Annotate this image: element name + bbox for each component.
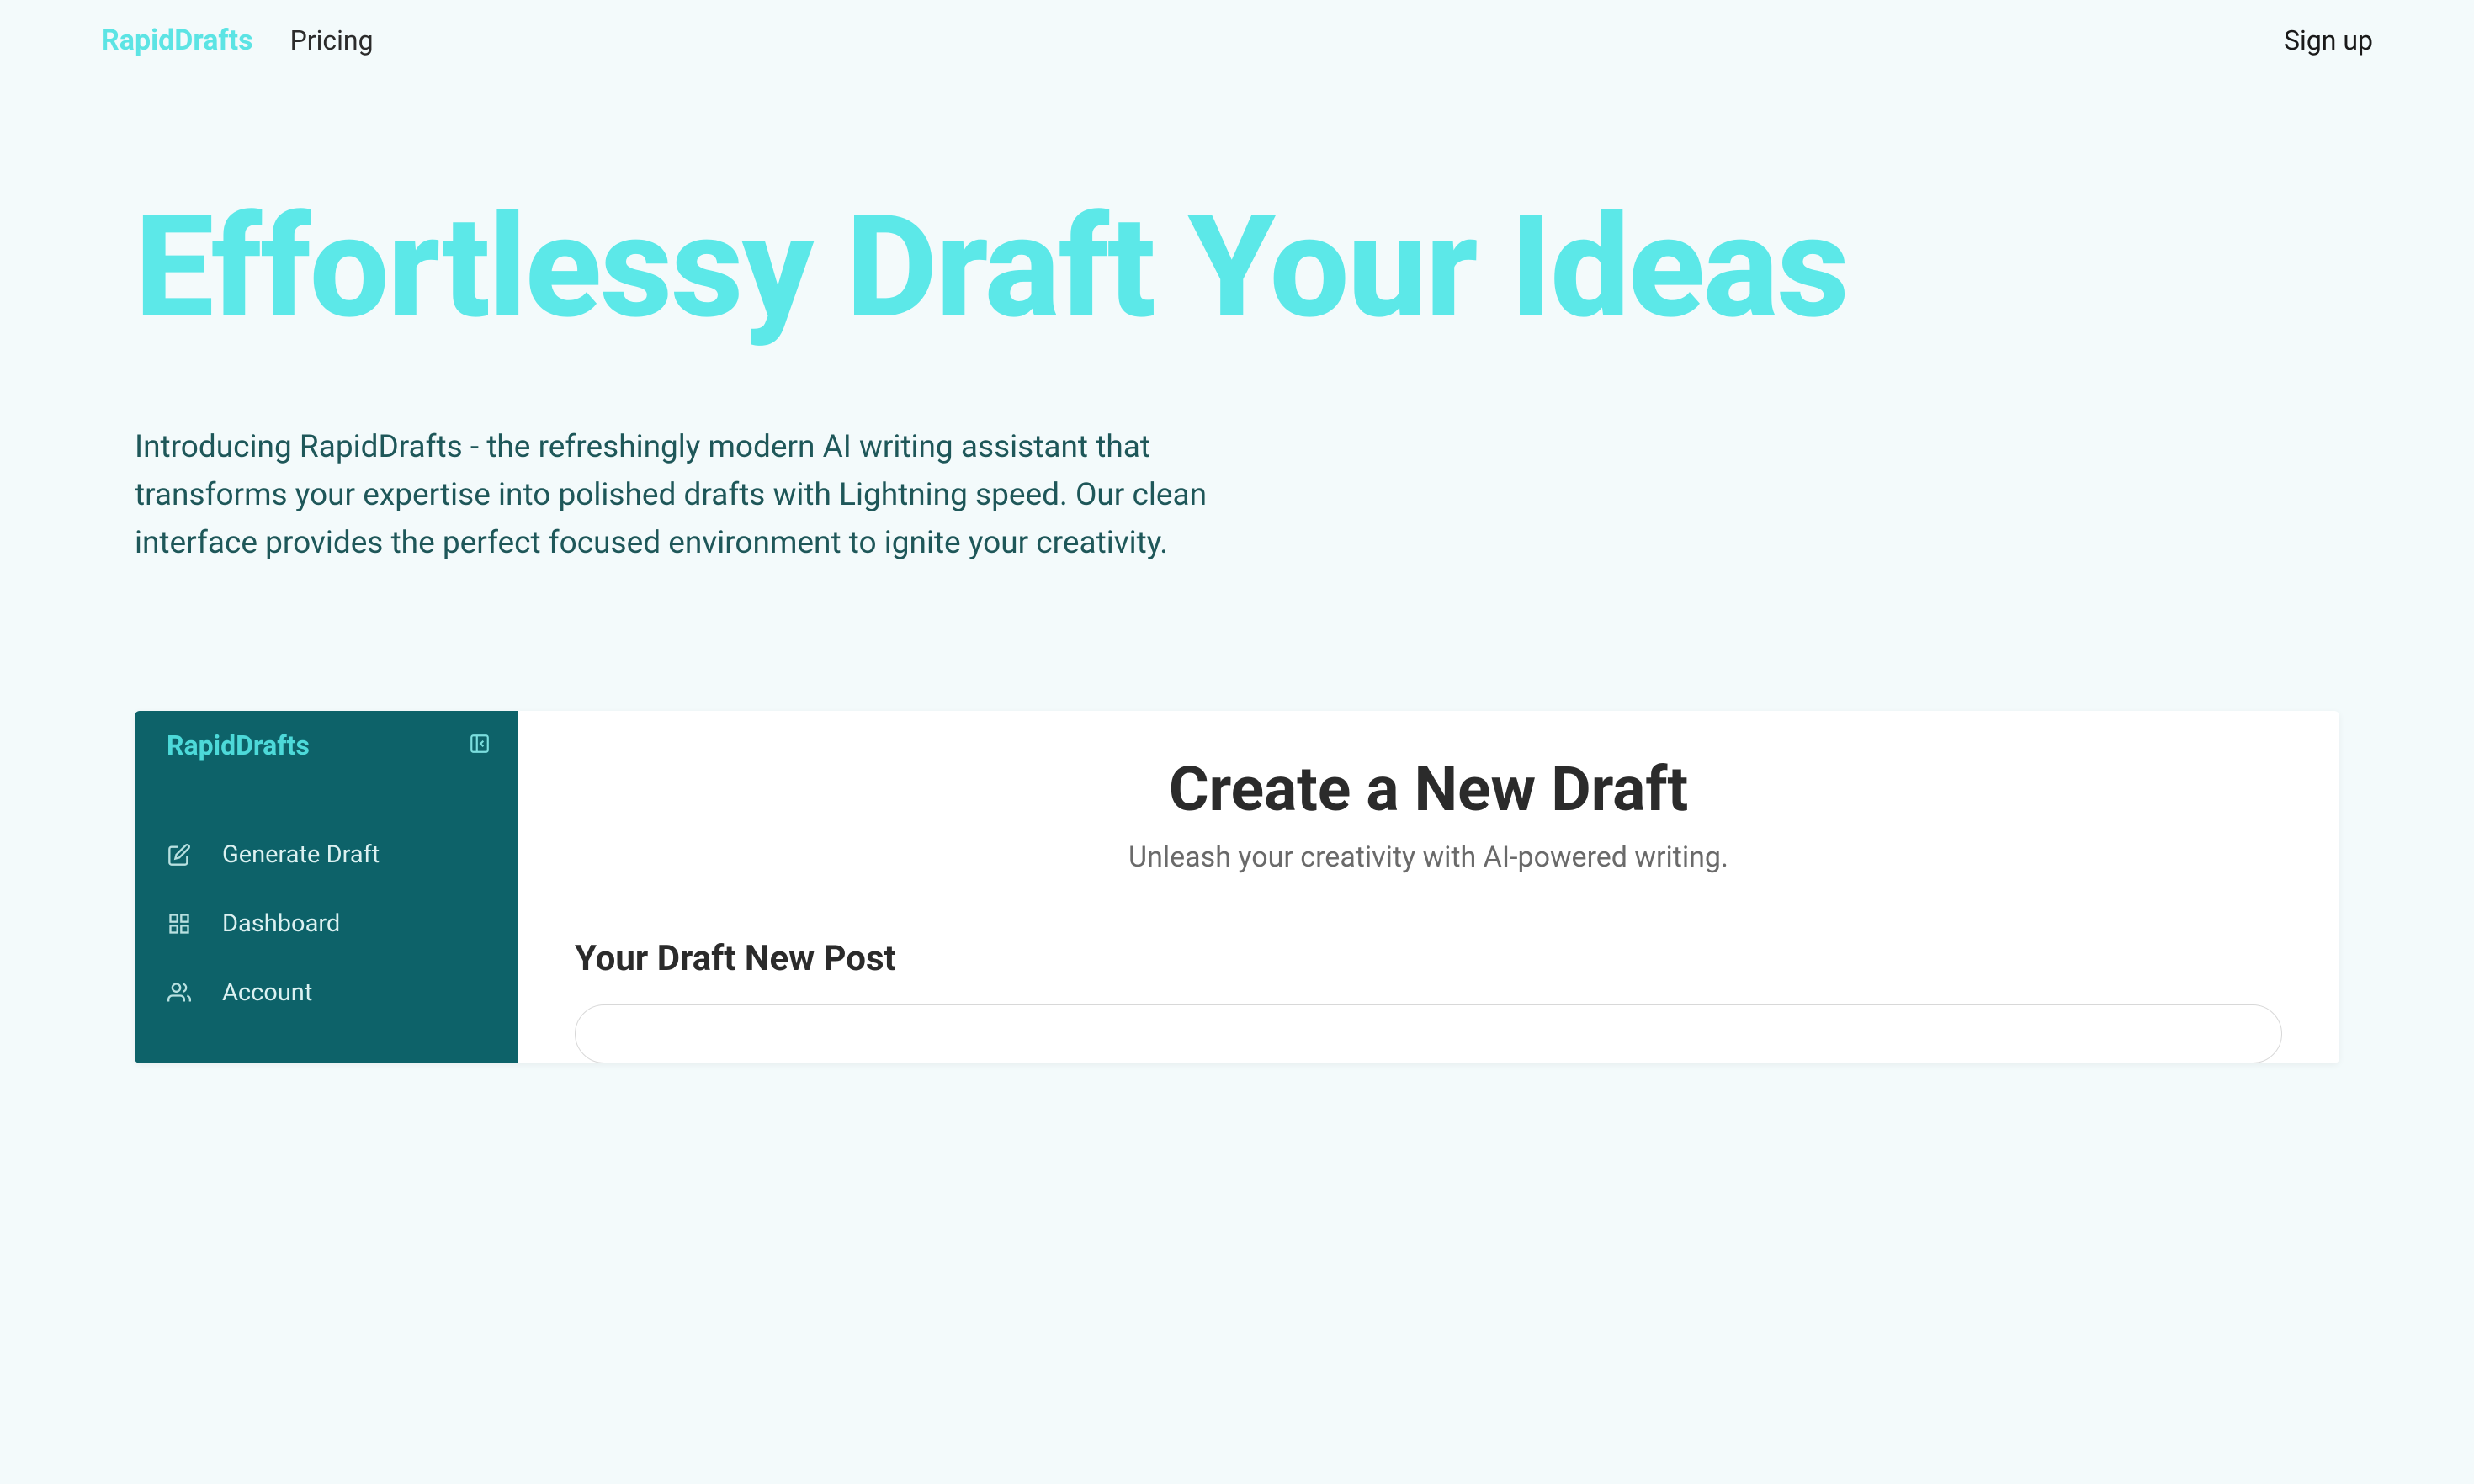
sidebar-item-label: Account [222,978,312,1007]
sidebar-collapse-icon[interactable] [469,733,491,758]
demo-main: Create a New Draft Unleash your creativi… [518,711,2339,1063]
dashboard-icon [167,911,192,936]
draft-title-input[interactable] [575,1004,2282,1063]
demo-screenshot: RapidDrafts Generate Draft [135,711,2339,1063]
demo-title: Create a New Draft [575,753,2282,825]
signup-button[interactable]: Sign up [2284,24,2373,56]
demo-sidebar: RapidDrafts Generate Draft [135,711,518,1063]
sidebar-item-label: Dashboard [222,909,340,938]
sidebar-logo: RapidDrafts [167,729,310,761]
nav-pricing[interactable]: Pricing [290,24,374,56]
demo-section-title: Your Draft New Post [575,938,2282,979]
header: RapidDrafts Pricing Sign up [0,0,2474,81]
sidebar-item-generate-draft[interactable]: Generate Draft [135,820,518,889]
sidebar-item-dashboard[interactable]: Dashboard [135,889,518,958]
hero-title: Effortlessy Draft Your Ideas [135,173,2339,364]
hero-section: Effortlessy Draft Your Ideas Introducing… [0,81,2474,568]
edit-icon [167,842,192,867]
logo[interactable]: RapidDrafts [101,24,253,57]
sidebar-header: RapidDrafts [135,729,518,768]
users-icon [167,980,192,1005]
sidebar-item-label: Generate Draft [222,840,380,869]
header-left: RapidDrafts Pricing [101,24,374,57]
sidebar-item-account[interactable]: Account [135,958,518,1027]
hero-description: Introducing RapidDrafts - the refreshing… [135,423,1212,568]
demo-subtitle: Unleash your creativity with AI-powered … [575,840,2282,874]
sidebar-nav: Generate Draft Dashboard [135,768,518,1027]
